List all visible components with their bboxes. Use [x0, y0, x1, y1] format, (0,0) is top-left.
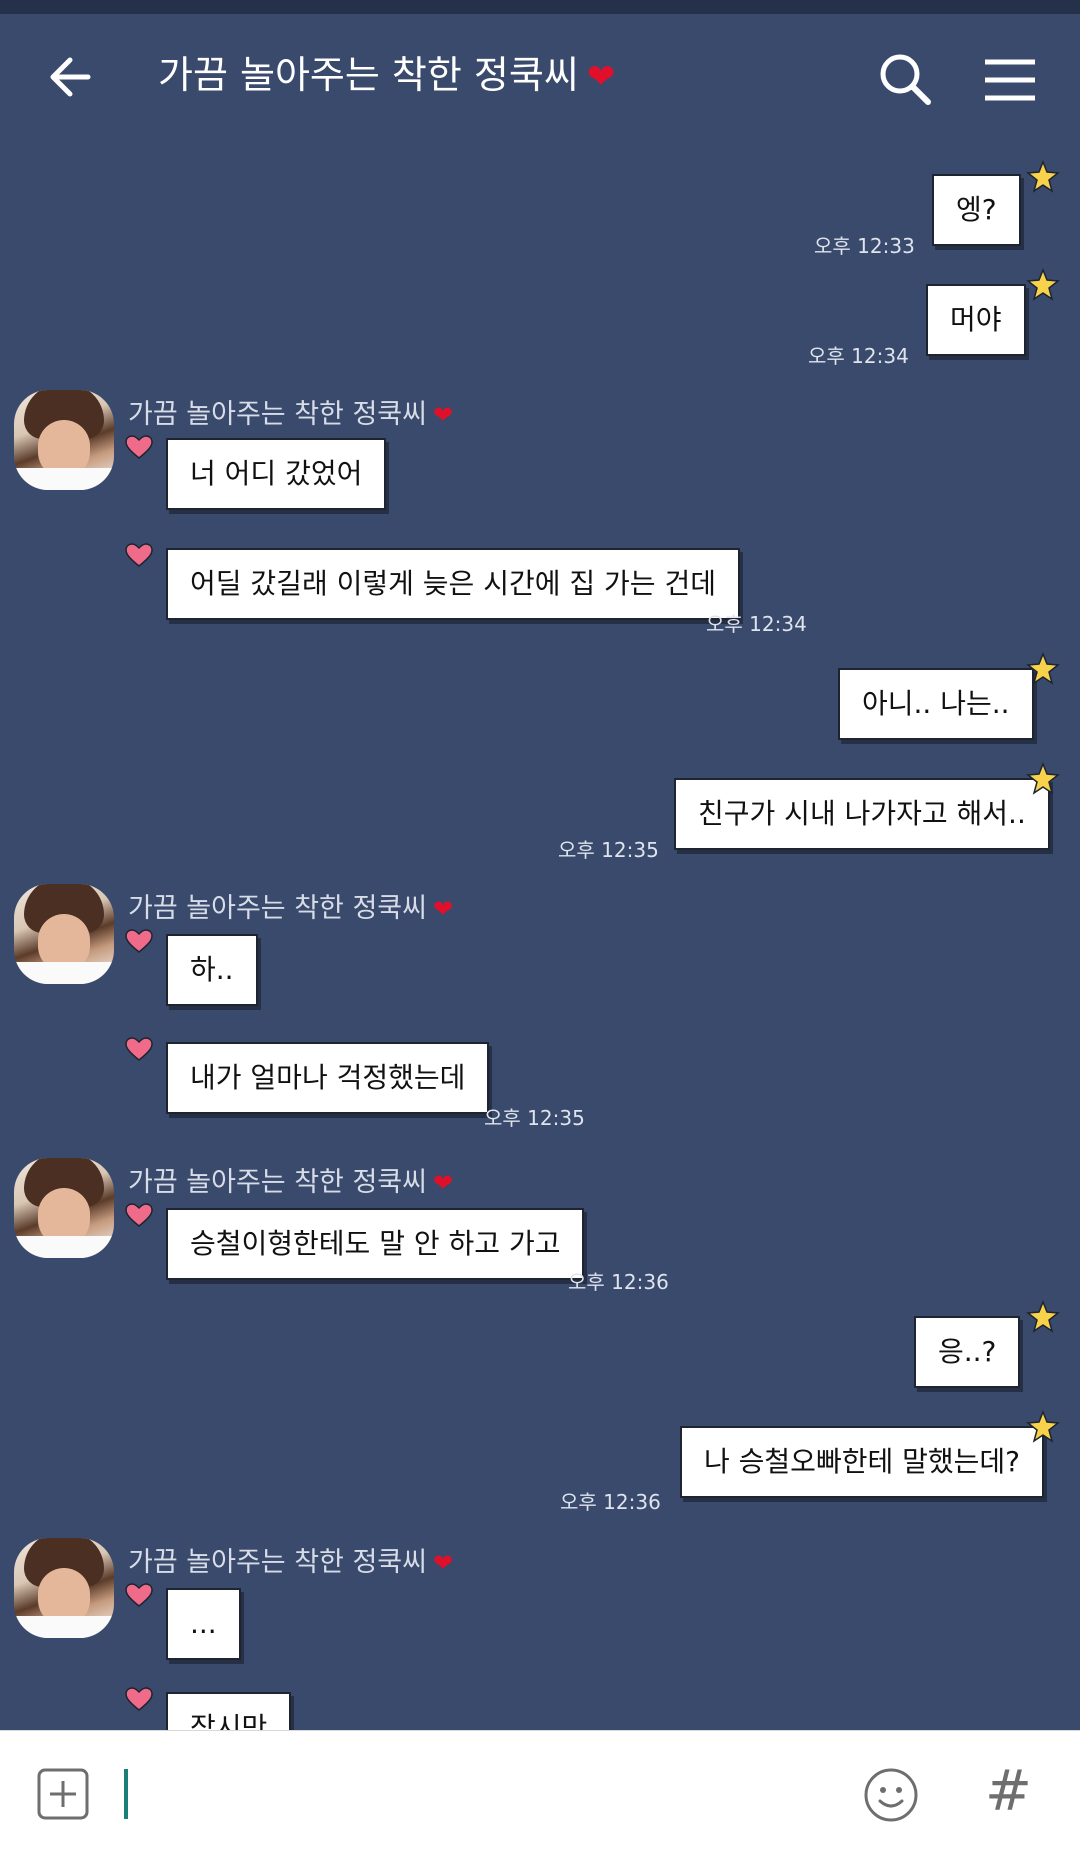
message-time: 오후 12:34: [706, 612, 807, 636]
heart-icon: ❤: [433, 1549, 454, 1577]
message-list[interactable]: 엥? 오후 12:33 머야 오후 12:34 가끔 놀아주는 착한 정쿡씨 ❤ …: [0, 134, 1080, 1730]
plus-square-icon[interactable]: [36, 1767, 90, 1821]
status-strip: [0, 0, 1080, 14]
sender-name-text: 가끔 놀아주는 착한 정쿡씨: [128, 893, 427, 924]
sender-name: 가끔 놀아주는 착한 정쿡씨 ❤: [128, 392, 453, 431]
heart-icon: [125, 1037, 153, 1061]
message-text: 나 승철오빠한테 말했는데?: [704, 1445, 1021, 1478]
star-icon: [1026, 1300, 1060, 1333]
received-message-bubble[interactable]: 내가 얼마나 걱정했는데: [166, 1042, 490, 1114]
chat-title-text: 가끔 놀아주는 착한 정쿡씨: [158, 53, 579, 97]
heart-icon: [125, 435, 153, 459]
message-text: 엥?: [956, 193, 997, 226]
heart-icon: ❤: [433, 401, 454, 429]
sender-name: 가끔 놀아주는 착한 정쿡씨 ❤: [128, 1540, 453, 1579]
message-time: 오후 12:34: [808, 344, 909, 368]
sent-message-bubble[interactable]: 나 승철오빠한테 말했는데?: [680, 1426, 1045, 1498]
chat-header: 가끔 놀아주는 착한 정쿡씨 ❤: [0, 14, 1080, 134]
text-cursor: [124, 1769, 128, 1819]
sent-message-bubble[interactable]: 엥?: [932, 174, 1021, 246]
star-icon: [1026, 652, 1060, 685]
message-text: 머야: [950, 303, 1002, 336]
heart-icon: [125, 1583, 153, 1607]
message-time: 오후 12:35: [558, 838, 659, 862]
received-message-bubble[interactable]: 잠시만: [166, 1692, 292, 1730]
message-text: 잠시만: [190, 1711, 268, 1730]
sent-message-bubble[interactable]: 응..?: [914, 1316, 1021, 1388]
heart-icon: [125, 543, 153, 567]
message-text: ...: [190, 1607, 217, 1640]
sender-name-text: 가끔 놀아주는 착한 정쿡씨: [128, 1547, 427, 1578]
heart-icon: ❤: [586, 57, 616, 97]
star-icon: [1026, 160, 1060, 193]
message-time: 오후 12:36: [568, 1270, 669, 1294]
message-time: 오후 12:33: [814, 234, 915, 258]
avatar[interactable]: [14, 884, 114, 984]
sent-message-bubble[interactable]: 아니.. 나는..: [838, 668, 1034, 740]
emoji-icon[interactable]: [863, 1767, 919, 1823]
avatar[interactable]: [14, 390, 114, 490]
message-text: 아니.. 나는..: [862, 687, 1010, 720]
received-message-bubble[interactable]: 너 어디 갔었어: [166, 438, 387, 510]
heart-icon: [125, 1203, 153, 1227]
sender-name: 가끔 놀아주는 착한 정쿡씨 ❤: [128, 1160, 453, 1199]
received-message-bubble[interactable]: 하..: [166, 934, 258, 1006]
message-input[interactable]: [120, 1759, 820, 1829]
star-icon: [1026, 1410, 1060, 1443]
received-message-bubble[interactable]: 승철이형한테도 말 안 하고 가고: [166, 1208, 585, 1280]
input-bar: #: [0, 1730, 1080, 1858]
avatar[interactable]: [14, 1158, 114, 1258]
message-text: 내가 얼마나 걱정했는데: [190, 1061, 466, 1094]
heart-icon: ❤: [433, 895, 454, 923]
sender-name: 가끔 놀아주는 착한 정쿡씨 ❤: [128, 886, 453, 925]
message-text: 하..: [190, 953, 234, 986]
sent-message-bubble[interactable]: 친구가 시내 나가자고 해서..: [674, 778, 1050, 850]
back-arrow-icon[interactable]: [40, 42, 110, 112]
message-time: 오후 12:36: [560, 1490, 661, 1514]
star-icon: [1026, 268, 1060, 301]
message-text: 친구가 시내 나가자고 해서..: [698, 797, 1026, 830]
heart-icon: [125, 929, 153, 953]
heart-icon: [125, 1687, 153, 1711]
hashtag-icon[interactable]: #: [985, 1757, 1032, 1827]
sender-name-text: 가끔 놀아주는 착한 정쿡씨: [128, 399, 427, 430]
sender-name-text: 가끔 놀아주는 착한 정쿡씨: [128, 1167, 427, 1198]
sent-message-bubble[interactable]: 머야: [926, 284, 1026, 356]
received-message-bubble[interactable]: 어딜 갔길래 이렇게 늦은 시간에 집 가는 건데: [166, 548, 740, 620]
message-text: 응..?: [938, 1335, 997, 1368]
message-text: 승철이형한테도 말 안 하고 가고: [190, 1227, 561, 1260]
chat-title: 가끔 놀아주는 착한 정쿡씨 ❤: [158, 50, 615, 102]
message-text: 너 어디 갔었어: [190, 457, 363, 490]
received-message-bubble[interactable]: ...: [166, 1588, 241, 1660]
star-icon: [1026, 762, 1060, 795]
heart-icon: ❤: [433, 1169, 454, 1197]
message-text: 어딜 갔길래 이렇게 늦은 시간에 집 가는 건데: [190, 567, 716, 600]
menu-icon[interactable]: [975, 44, 1045, 114]
avatar[interactable]: [14, 1538, 114, 1638]
message-time: 오후 12:35: [484, 1106, 585, 1130]
search-icon[interactable]: [870, 44, 940, 114]
